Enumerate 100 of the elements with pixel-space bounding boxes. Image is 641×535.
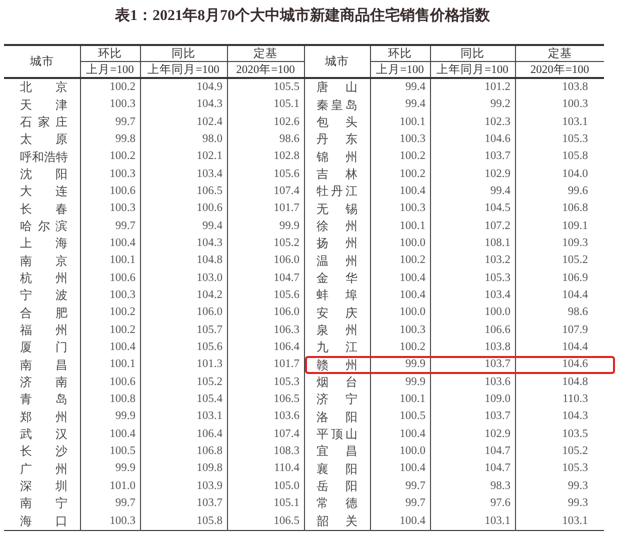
table-cell: 100.1 (370, 218, 430, 236)
city-name: 洛阳 (316, 408, 358, 426)
table-cell: 105.7 (140, 322, 227, 340)
city-name: 牡丹江 (316, 183, 358, 200)
table-cell: 98.6 (515, 304, 604, 322)
table-cell: 106.4 (227, 339, 304, 356)
table-cell: 100.5 (80, 443, 140, 461)
city-name: 福州 (20, 322, 68, 339)
city-name: 平顶山 (316, 426, 358, 444)
table-cell: 104.7 (227, 270, 304, 288)
city-name: 韶关 (316, 512, 358, 530)
table-cell: 105.6 (140, 339, 227, 356)
city-name: 丹东 (316, 131, 358, 148)
table-cell: 105.2 (140, 374, 227, 392)
city-name: 长沙 (20, 443, 68, 460)
city-name: 包头 (316, 114, 358, 131)
table-cell: 100.2 (80, 148, 140, 166)
table-cell: 103.0 (140, 270, 227, 288)
table-cell: 100.8 (80, 391, 140, 409)
table-cell: 100.0 (430, 304, 515, 322)
table-cell: 110.3 (515, 391, 604, 409)
table-cell: 100.3 (80, 166, 140, 184)
table-cell: 103.7 (430, 148, 515, 166)
table-cell: 103.1 (515, 512, 604, 530)
table-cell: 100.2 (80, 78, 140, 96)
table-cell: 98.3 (430, 478, 515, 496)
table-cell: 103.4 (140, 166, 227, 184)
city-name: 天津 (20, 96, 68, 114)
table-cell: 100.2 (80, 304, 140, 322)
table-cell: 102.9 (430, 166, 515, 184)
table-cell: 100.3 (80, 200, 140, 218)
table-cell: 109.1 (515, 218, 604, 236)
table-cell: 104.6 (430, 131, 515, 148)
table-cell: 105.3 (430, 270, 515, 288)
city-name: 杭州 (20, 270, 68, 287)
table-cell: 109.8 (140, 460, 227, 478)
table-cell: 99.7 (80, 114, 140, 132)
table-cell: 100.5 (370, 408, 430, 426)
city-name: 九江 (316, 339, 358, 356)
table-title: 表1：2021年8月70个大中城市新建商品住宅销售价格指数 (114, 6, 491, 26)
column-header: 同比 (430, 45, 515, 62)
table-cell: 104.6 (515, 356, 604, 374)
city-name: 无锡 (316, 200, 358, 218)
city-name: 石家庄 (20, 114, 68, 131)
table-cell: 99.4 (140, 218, 227, 236)
table-cell: 100.3 (80, 96, 140, 114)
table-cell: 100.0 (370, 235, 430, 252)
city-name: 上海 (20, 235, 68, 252)
city-name: 扬州 (316, 235, 358, 252)
table-cell: 105.3 (515, 131, 604, 148)
table-cell: 101.3 (140, 356, 227, 374)
table-cell: 110.4 (227, 460, 304, 478)
table-cell: 106.0 (227, 304, 304, 322)
city-name: 南京 (20, 252, 68, 270)
column-header: 城市 (304, 45, 370, 78)
table-cell: 100.1 (370, 391, 430, 409)
table-cell: 100.2 (370, 148, 430, 166)
table-cell: 102.9 (430, 426, 515, 444)
city-name: 安庆 (316, 304, 358, 322)
city-name: 金华 (316, 270, 358, 287)
table-cell: 102.8 (227, 148, 304, 166)
city-name: 宁波 (20, 287, 68, 304)
city-name: 呼和浩特 (20, 148, 68, 166)
table-cell: 105.4 (140, 391, 227, 409)
table-cell: 99.7 (80, 495, 140, 513)
table-cell: 104.5 (430, 200, 515, 218)
city-name: 深圳 (20, 478, 68, 496)
city-name: 广州 (20, 460, 68, 478)
table-cell: 99.9 (80, 460, 140, 478)
column-subheader: 上月=100 (80, 62, 140, 78)
table-cell: 103.8 (430, 339, 515, 356)
city-name: 大连 (20, 183, 68, 200)
table-cell: 100.4 (370, 512, 430, 530)
table-cell: 105.8 (140, 512, 227, 530)
table-cell: 105.6 (227, 166, 304, 184)
city-name: 南宁 (20, 495, 68, 512)
table-cell: 100.1 (80, 252, 140, 270)
city-name: 烟台 (316, 374, 358, 392)
city-name: 长春 (20, 200, 68, 218)
table-cell: 100.1 (370, 114, 430, 132)
city-name: 秦皇岛 (316, 96, 358, 114)
table-cell: 109.3 (515, 235, 604, 252)
table-cell: 99.7 (370, 478, 430, 496)
table-cell: 100.2 (370, 339, 430, 356)
table-cell: 102.6 (227, 114, 304, 132)
city-name: 南昌 (20, 356, 68, 374)
table-cell: 107.9 (515, 322, 604, 340)
city-name: 蚌埠 (316, 287, 358, 304)
table-cell: 103.1 (515, 114, 604, 132)
table-cell: 103.8 (515, 78, 604, 96)
table-cell: 100.2 (80, 322, 140, 340)
city-name: 泉州 (316, 322, 358, 339)
table-cell: 103.6 (227, 408, 304, 426)
table-cell: 103.1 (430, 512, 515, 530)
table-cell: 102.3 (430, 114, 515, 132)
table-cell: 106.6 (430, 322, 515, 340)
table-cell: 100.6 (80, 374, 140, 392)
table-cell: 104.8 (515, 374, 604, 392)
city-name: 襄阳 (316, 460, 358, 478)
table-cell: 101.7 (227, 356, 304, 374)
